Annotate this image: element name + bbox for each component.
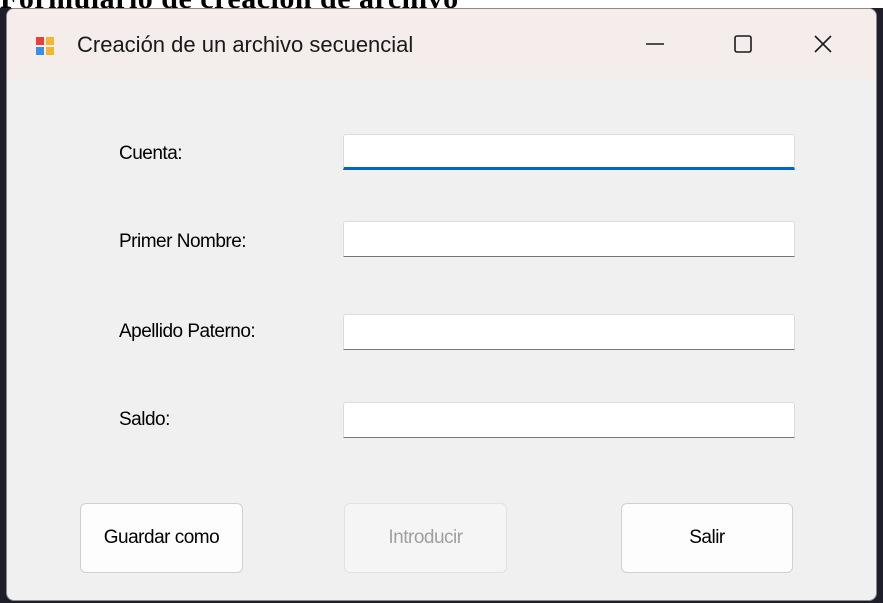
- form-window: Creación de un archivo secuencial Cuenta…: [6, 8, 877, 601]
- last-name-field[interactable]: [343, 314, 795, 350]
- balance-input[interactable]: [344, 403, 794, 437]
- first-name-label: Primer Nombre:: [119, 231, 247, 252]
- first-name-field[interactable]: [343, 221, 795, 257]
- exit-button[interactable]: Salir: [621, 503, 793, 573]
- first-name-input[interactable]: [344, 222, 794, 256]
- close-icon: [814, 35, 832, 53]
- account-field[interactable]: [343, 134, 795, 170]
- close-button[interactable]: [768, 9, 876, 79]
- enter-button[interactable]: Introducir: [344, 503, 507, 573]
- last-name-label: Apellido Paterno:: [119, 321, 256, 342]
- balance-field[interactable]: [343, 402, 795, 438]
- window-title: Creación de un archivo secuencial: [77, 32, 414, 57]
- document-heading: Formulario de creación de archivo: [0, 0, 459, 15]
- account-input[interactable]: [344, 135, 794, 167]
- title-bar[interactable]: Creación de un archivo secuencial: [7, 9, 876, 79]
- minimize-icon: [646, 43, 664, 45]
- balance-label: Saldo:: [119, 409, 170, 430]
- last-name-input[interactable]: [344, 315, 794, 349]
- windows-form-icon: [36, 37, 54, 55]
- maximize-icon: [734, 35, 752, 53]
- account-label: Cuenta:: [119, 143, 183, 164]
- save-as-button[interactable]: Guardar como: [80, 503, 243, 573]
